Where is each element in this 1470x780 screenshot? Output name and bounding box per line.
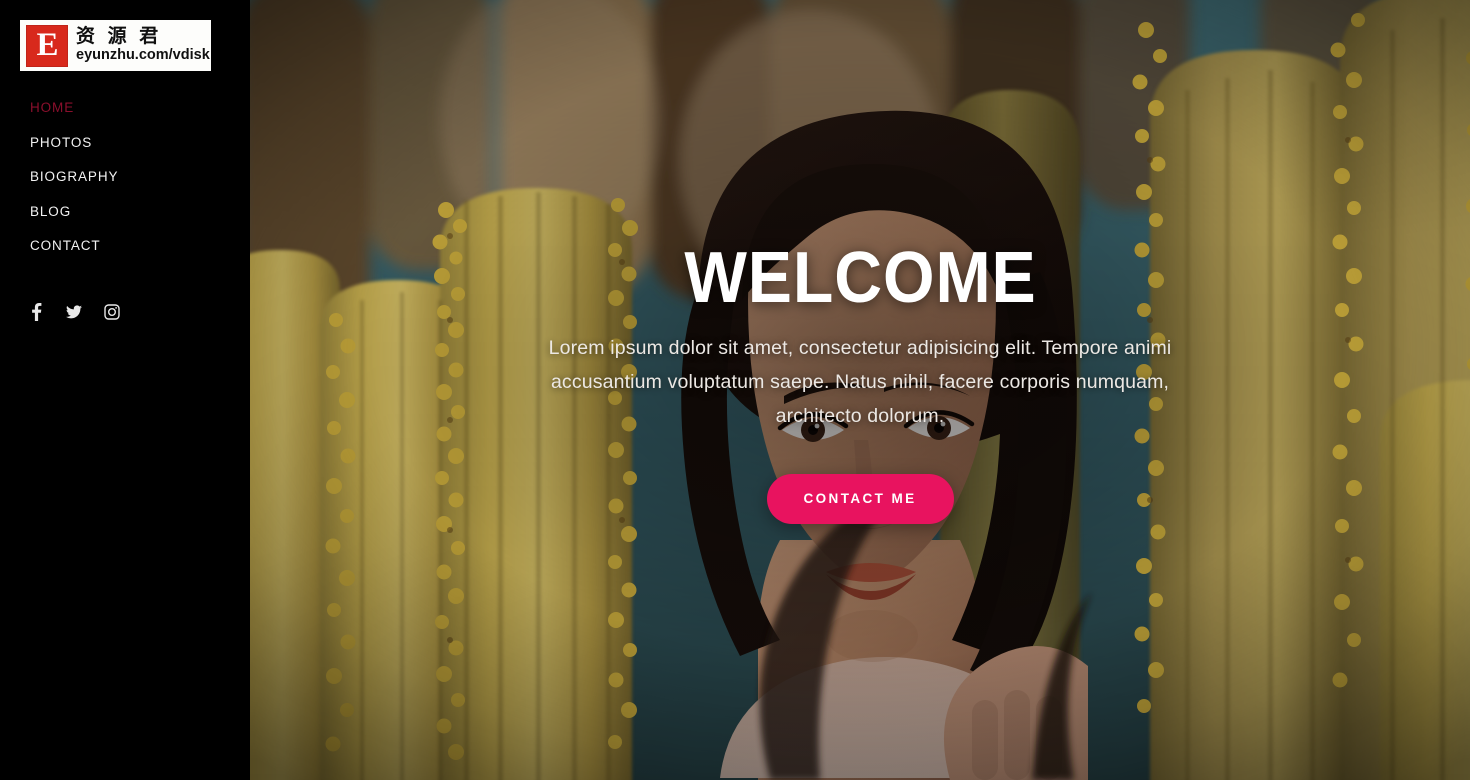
nav-item-blog[interactable]: BLOG (0, 201, 250, 236)
main-navigation: HOME PHOTOS BIOGRAPHY BLOG CONTACT (0, 97, 250, 270)
logo-mark-e: E (26, 24, 68, 67)
nav-item-photos[interactable]: PHOTOS (0, 132, 250, 167)
instagram-icon[interactable] (104, 303, 120, 321)
logo-url: eyunzhu.com/vdisk (76, 47, 210, 63)
page-root: E 资 源 君 eyunzhu.com/vdisk HOME PHOTOS BI… (0, 0, 1470, 780)
site-logo[interactable]: E 资 源 君 eyunzhu.com/vdisk (20, 20, 211, 71)
logo-chinese-name: 资 源 君 (76, 25, 162, 48)
hero-content: WELCOME Lorem ipsum dolor sit amet, cons… (250, 0, 1470, 780)
sidebar: E 资 源 君 eyunzhu.com/vdisk HOME PHOTOS BI… (0, 0, 250, 780)
nav-item-contact[interactable]: CONTACT (0, 235, 250, 270)
logo-mark-letter: E (36, 27, 58, 63)
hero-section: WELCOME Lorem ipsum dolor sit amet, cons… (250, 0, 1470, 780)
nav-item-home[interactable]: HOME (0, 97, 250, 132)
logo-text-group: 资 源 君 eyunzhu.com/vdisk (76, 25, 210, 64)
contact-me-button[interactable]: CONTACT ME (766, 474, 954, 524)
hero-subtitle: Lorem ipsum dolor sit amet, consectetur … (548, 337, 1172, 427)
facebook-icon[interactable] (28, 303, 44, 321)
twitter-icon[interactable] (66, 303, 82, 321)
social-links (28, 303, 120, 321)
hero-cta-wrapper: CONTACT ME (766, 474, 954, 524)
nav-item-biography[interactable]: BIOGRAPHY (0, 166, 250, 201)
hero-title: WELCOME (683, 238, 1037, 318)
